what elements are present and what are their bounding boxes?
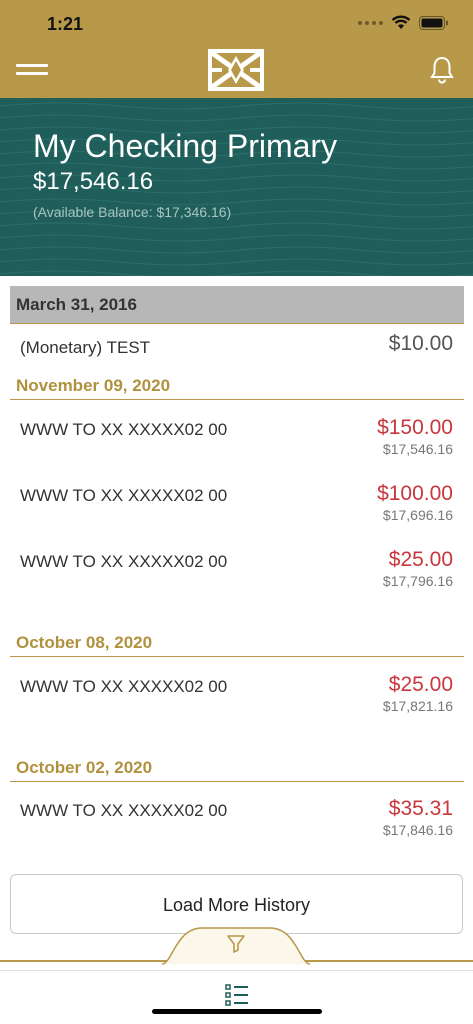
transaction-amount: $25.00	[388, 548, 453, 571]
date-header-label: October 02, 2020	[16, 758, 153, 777]
available-balance: (Available Balance: $17,346.16)	[33, 204, 232, 220]
transaction-row[interactable]: WWW TO XX XXXXX02 00 $25.00 $17,821.16	[10, 665, 464, 719]
transaction-description: WWW TO XX XXXXX02 00	[20, 677, 228, 696]
transaction-row[interactable]: WWW TO XX XXXXX02 00 $25.00 $17,796.16	[10, 540, 464, 594]
running-balance: $17,546.16	[382, 441, 453, 457]
home-indicator	[152, 1009, 322, 1014]
date-header: October 08, 2020	[10, 633, 464, 657]
battery-icon	[419, 15, 448, 30]
list-icon[interactable]	[224, 983, 250, 1007]
transaction-amount: $35.31	[388, 797, 453, 820]
running-balance: $17,696.16	[382, 507, 453, 523]
status-time: 1:21	[47, 14, 84, 34]
account-name: My Checking Primary	[33, 128, 338, 164]
hamburger-menu-icon[interactable]	[16, 64, 48, 76]
transaction-row[interactable]: WWW TO XX XXXXX02 00 $35.31 $17,846.16	[10, 789, 464, 843]
running-balance: $17,846.16	[382, 822, 453, 838]
signal-icon	[358, 20, 383, 25]
filter-tab[interactable]	[162, 926, 310, 966]
transaction-description: WWW TO XX XXXXX02 00	[20, 552, 228, 571]
date-header: November 09, 2020	[10, 376, 464, 400]
transaction-description: WWW TO XX XXXXX02 00	[20, 420, 228, 439]
nav-bar	[0, 44, 473, 98]
date-header-label: November 09, 2020	[16, 376, 171, 395]
pending-transaction-row[interactable]: (Monetary) TEST $10.00	[10, 326, 464, 380]
transaction-description: WWW TO XX XXXXX02 00	[20, 486, 228, 505]
bottom-bar	[0, 970, 473, 1024]
load-more-history-button[interactable]: Load More History	[10, 874, 463, 934]
status-indicators	[358, 15, 449, 30]
running-balance: $17,821.16	[382, 698, 453, 714]
transaction-amount: $150.00	[377, 416, 453, 439]
pending-date-header: March 31, 2016	[10, 286, 464, 324]
transaction-row[interactable]: WWW TO XX XXXXX02 00 $100.00 $17,696.16	[10, 474, 464, 528]
transaction-amount: $25.00	[388, 673, 453, 696]
date-header: October 02, 2020	[10, 758, 464, 782]
account-balance: $17,546.16	[33, 168, 154, 195]
bell-icon[interactable]	[429, 56, 455, 84]
wifi-icon	[391, 15, 411, 29]
transaction-amount: $100.00	[377, 482, 453, 505]
status-bar: 1:21	[0, 0, 473, 44]
account-summary: My Checking Primary $17,546.16 (Availabl…	[0, 98, 473, 276]
bank-logo	[208, 49, 264, 91]
transaction-amount: $10.00	[388, 332, 453, 355]
running-balance: $17,796.16	[382, 573, 453, 589]
transaction-description: (Monetary) TEST	[20, 338, 151, 357]
pending-date: March 31, 2016	[16, 295, 137, 314]
transaction-row[interactable]: WWW TO XX XXXXX02 00 $150.00 $17,546.16	[10, 408, 464, 462]
transaction-description: WWW TO XX XXXXX02 00	[20, 801, 228, 820]
load-more-label: Load More History	[162, 895, 311, 915]
date-header-label: October 08, 2020	[16, 633, 153, 652]
